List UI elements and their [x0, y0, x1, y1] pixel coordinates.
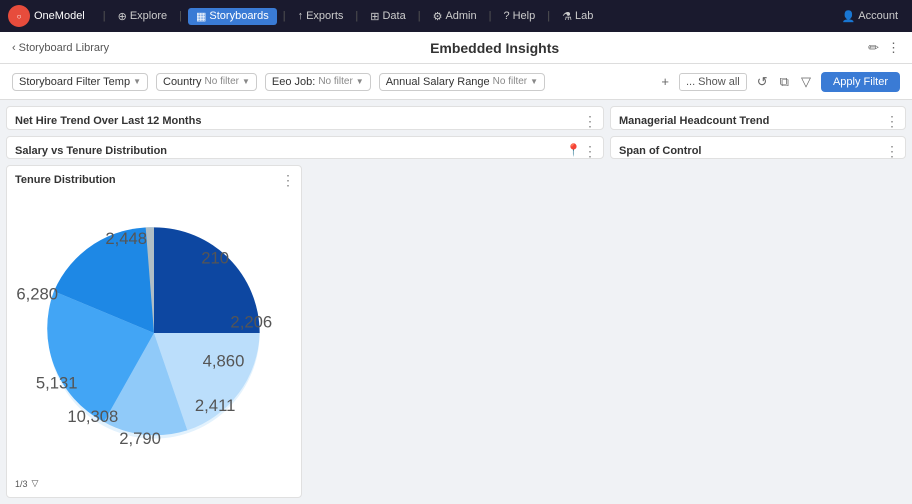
svg-text:210: 210 [201, 249, 229, 268]
svg-text:5,131: 5,131 [36, 374, 78, 393]
nav-lab[interactable]: ⚗ Lab [556, 10, 599, 23]
svg-text:10,308: 10,308 [67, 407, 118, 426]
nav-divider-3: | [283, 10, 286, 22]
managerial-headcount-card: Managerial Headcount Trend ⋮ 50,000 40,0… [610, 106, 906, 130]
show-all-button[interactable]: ... Show all [679, 73, 747, 91]
tenure-dist-title: Tenure Distribution [15, 174, 293, 186]
tenure-dist-menu-icon[interactable]: ⋮ [281, 172, 295, 189]
apply-filter-button[interactable]: Apply Filter [821, 72, 900, 92]
more-options-icon[interactable]: ⋮ [887, 40, 900, 56]
country-filter[interactable]: Country No filter ▼ [156, 73, 257, 91]
nav-divider-5: | [418, 10, 421, 22]
tenure-dist-pagination: 1/3 ▽ [15, 478, 293, 489]
nav-divider-4: | [355, 10, 358, 22]
edit-icon[interactable]: ✏ [868, 40, 879, 56]
nav-storyboards[interactable]: ▦ Storyboards [188, 8, 277, 25]
span-of-control-card: Span of Control ⋮ 4.75 4.725 4.7 4.675 4… [610, 136, 906, 160]
tenure-dist-chart-area: 210 2,206 2,411 2,790 5,131 6,280 2,448 … [15, 190, 293, 476]
nav-admin[interactable]: ⚙ Admin [427, 10, 483, 23]
storyboards-icon: ▦ [196, 10, 206, 23]
nav-exports[interactable]: ↑ Exports [292, 10, 350, 22]
nav-divider: | [103, 10, 106, 22]
nav-right: 👤 Account [836, 10, 904, 23]
sub-navigation: ‹ Storyboard Library Embedded Insights ✏… [0, 32, 912, 64]
help-icon: ? [503, 10, 509, 22]
svg-text:6,280: 6,280 [16, 285, 58, 304]
logo[interactable]: ○ OneModel [8, 5, 85, 27]
salary-tenure-menu-icon[interactable]: ⋮ [583, 143, 597, 160]
nav-explore[interactable]: ⊕ Explore [112, 10, 174, 23]
salary-tenure-title: Salary vs Tenure Distribution [15, 145, 595, 157]
logo-icon: ○ [8, 5, 30, 27]
managerial-title: Managerial Headcount Trend [619, 115, 897, 127]
salary-tenure-card: Salary vs Tenure Distribution ⋮ 📍 There … [6, 136, 604, 160]
nav-data[interactable]: ⊞ Data [364, 10, 411, 23]
sub-nav-actions: ✏ ⋮ [868, 40, 900, 56]
eeo-filter[interactable]: Eeo Job: No filter ▼ [265, 73, 371, 91]
account-icon: 👤 [842, 10, 856, 23]
svg-text:4,860: 4,860 [203, 351, 245, 370]
managerial-menu-icon[interactable]: ⋮ [885, 113, 899, 130]
span-of-control-menu-icon[interactable]: ⋮ [885, 143, 899, 160]
svg-text:2,790: 2,790 [119, 429, 161, 448]
refresh-icon[interactable]: ↺ [755, 72, 770, 92]
salary-tenure-info-icon[interactable]: 📍 [566, 143, 581, 157]
nav-help[interactable]: ? Help [497, 10, 541, 22]
svg-text:2,448: 2,448 [105, 229, 147, 248]
tenure-distribution-card: Tenure Distribution ⋮ 210 2,206 2,411 2,… [6, 165, 302, 498]
back-arrow-icon: ‹ [12, 42, 16, 54]
filter-bar-right: + ... Show all ↺ ⧉ ▽ Apply Filter [659, 72, 900, 92]
eeo-dropdown-icon: ▼ [356, 77, 364, 86]
lab-icon: ⚗ [562, 10, 572, 23]
net-hire-menu-icon[interactable]: ⋮ [583, 113, 597, 130]
net-hire-chart-card: Net Hire Trend Over Last 12 Months ⋮ 300… [6, 106, 604, 130]
nav-divider-6: | [489, 10, 492, 22]
svg-text:2,411: 2,411 [195, 396, 235, 415]
admin-icon: ⚙ [433, 10, 443, 23]
data-icon: ⊞ [370, 10, 379, 23]
span-of-control-title: Span of Control [619, 145, 897, 157]
country-dropdown-icon: ▼ [242, 77, 250, 86]
nav-divider-2: | [179, 10, 182, 22]
pagination-filter-icon[interactable]: ▽ [32, 478, 39, 489]
explore-icon: ⊕ [118, 10, 127, 23]
add-filter-icon[interactable]: + [659, 72, 671, 91]
salary-dropdown-icon: ▼ [530, 77, 538, 86]
back-button[interactable]: ‹ Storyboard Library [12, 42, 109, 54]
page-title: Embedded Insights [121, 40, 868, 56]
copy-icon[interactable]: ⧉ [778, 72, 791, 92]
salary-range-filter[interactable]: Annual Salary Range No filter ▼ [379, 73, 545, 91]
filter-icon[interactable]: ▽ [799, 72, 813, 92]
template-dropdown-icon: ▼ [133, 77, 141, 86]
exports-icon: ↑ [298, 10, 304, 22]
top-navigation: ○ OneModel | ⊕ Explore | ▦ Storyboards |… [0, 0, 912, 32]
net-hire-title: Net Hire Trend Over Last 12 Months [15, 115, 595, 127]
filter-bar: Storyboard Filter Temp ▼ Country No filt… [0, 64, 912, 100]
charts-grid: Net Hire Trend Over Last 12 Months ⋮ 300… [0, 100, 912, 504]
template-filter[interactable]: Storyboard Filter Temp ▼ [12, 73, 148, 91]
logo-text: OneModel [34, 10, 85, 22]
nav-divider-7: | [547, 10, 550, 22]
nav-account[interactable]: 👤 Account [836, 10, 904, 23]
svg-text:2,206: 2,206 [230, 312, 272, 331]
